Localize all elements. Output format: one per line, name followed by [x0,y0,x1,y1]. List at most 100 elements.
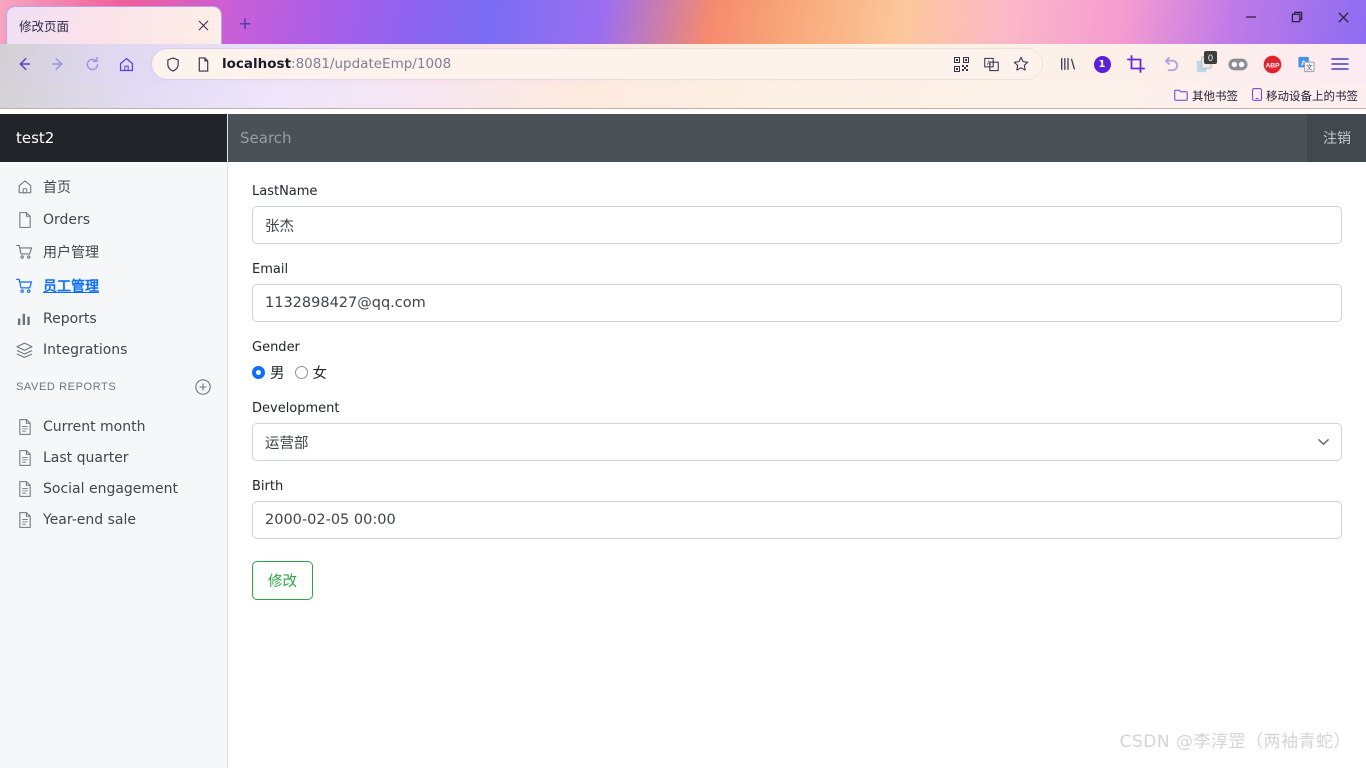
sidebar-item-home[interactable]: 首页 [0,170,227,204]
favorite-star-icon[interactable] [1010,53,1032,75]
saved-reports-list: Current month Last quarter Social engage… [0,403,227,535]
minimize-icon[interactable] [1228,0,1274,34]
qr-code-icon[interactable] [950,53,972,75]
saved-report-label: Social engagement [43,480,179,497]
sidebar-item-integrations[interactable]: Integrations [0,334,227,365]
file-icon [16,211,33,228]
employee-update-form: LastName 张杰 Email 1132898427@qq.com Gend… [228,162,1366,600]
translate-extension-icon[interactable]: A文 [1290,48,1322,80]
reload-icon[interactable] [76,48,108,80]
sidebar-item-orders[interactable]: Orders [0,204,227,235]
back-icon[interactable] [8,48,40,80]
browser-window: 修改页面 + localhost:8081/updateEmp/1008 A 1… [0,0,1366,768]
sidebar-item-employee-management[interactable]: 员工管理 [0,269,227,303]
home-icon[interactable] [110,48,142,80]
folder-icon [1174,89,1188,104]
forward-icon[interactable] [42,48,74,80]
document-icon [16,449,33,466]
chevron-down-icon [1318,436,1329,449]
maximize-icon[interactable] [1274,0,1320,34]
profile-badge-count: 1 [1098,58,1106,70]
field-development: Development 运营部 [252,401,1342,461]
development-label: Development [252,401,340,416]
close-icon[interactable] [193,16,213,36]
menu-icon[interactable] [1324,48,1356,80]
gender-radio-female[interactable] [294,366,308,379]
shield-icon [162,53,184,75]
cart-icon [16,244,33,261]
document-icon [16,480,33,497]
home-icon [16,179,33,196]
gender-radio-male[interactable] [252,366,265,379]
url-text: localhost:8081/updateEmp/1008 [222,56,942,72]
mobile-icon [1252,88,1262,104]
sidebar-item-label: Integrations [43,341,128,358]
app-sidebar: test2 首页 Orders 用户管理 员工管理 Reports Integr… [0,114,228,768]
saved-report-label: Last quarter [43,449,129,466]
tab-title: 修改页面 [19,19,70,34]
document-icon [16,511,33,528]
gender-radio-female-label: 女 [312,366,328,382]
field-lastname: LastName 张杰 [252,184,1342,244]
saved-report-year-end-sale[interactable]: Year-end sale [0,504,227,535]
submit-button[interactable]: 修改 [252,561,313,600]
sidebar-item-label: Reports [43,310,97,327]
new-tab-button[interactable]: + [230,10,260,40]
extensions-toolbar: 1 0 ABP A文 [1052,48,1358,80]
field-birth: Birth 2000-02-05 00:00 [252,479,1342,539]
svg-text:ABP: ABP [1265,62,1280,69]
document-icon [16,418,33,435]
tab-strip: 修改页面 + [0,0,260,44]
saved-reports-title: SAVED REPORTS [16,381,117,393]
bookmark-mobile-label: 移动设备上的书签 [1266,89,1358,103]
sidebar-item-reports[interactable]: Reports [0,303,227,334]
birth-input[interactable]: 2000-02-05 00:00 [252,501,1342,539]
main-content: Search 注销 LastName 张杰 Email 1132898427@q… [228,114,1366,768]
email-label: Email [252,262,289,277]
sidebar-item-label: 用户管理 [43,245,99,261]
clipboard-badge-count: 0 [1204,51,1217,64]
adblock-icon[interactable]: ABP [1256,48,1288,80]
address-bar[interactable]: localhost:8081/updateEmp/1008 A [152,49,1042,79]
bookmarks-bar: 其他书签 移动设备上的书签 [0,84,1366,109]
sidebar-item-label: 首页 [43,180,71,196]
browser-tab-active[interactable]: 修改页面 [6,6,222,44]
browser-toolbar: localhost:8081/updateEmp/1008 A 1 0 ABP … [0,44,1366,84]
plus-circle-icon[interactable] [195,379,211,395]
url-host: localhost [222,56,292,72]
saved-report-label: Year-end sale [43,511,136,528]
screenshot-icon[interactable] [1120,48,1152,80]
profile-badge-icon[interactable]: 1 [1086,48,1118,80]
sidebar-item-label: 员工管理 [43,279,99,295]
saved-report-current-month[interactable]: Current month [0,411,227,442]
bookmark-other-label: 其他书签 [1192,89,1238,103]
development-selected-value: 运营部 [265,435,309,452]
lastname-input[interactable]: 张杰 [252,206,1342,244]
email-input[interactable]: 1132898427@qq.com [252,284,1342,322]
translate-icon[interactable]: A [980,53,1002,75]
bookmark-mobile[interactable]: 移动设备上的书签 [1252,88,1358,104]
development-select[interactable]: 运营部 [252,423,1342,461]
svg-text:文: 文 [1306,62,1313,71]
undo-icon[interactable] [1154,48,1186,80]
sidebar-nav: 首页 Orders 用户管理 员工管理 Reports Integrations [0,162,227,365]
layers-icon [16,341,33,358]
saved-report-label: Current month [43,418,146,435]
app-brand[interactable]: test2 [0,114,227,162]
collections-icon[interactable] [1052,48,1084,80]
clipboard-icon[interactable]: 0 [1188,48,1220,80]
close-window-icon[interactable] [1320,0,1366,34]
top-navbar: Search 注销 [228,114,1366,162]
toggle-icon[interactable] [1222,48,1254,80]
title-bar: 修改页面 + [0,0,1366,44]
sidebar-item-label: Orders [43,211,91,228]
logout-button[interactable]: 注销 [1307,114,1366,162]
bar-chart-icon [16,310,33,327]
birth-label: Birth [252,479,284,494]
field-gender: Gender 男 女 [252,340,1342,383]
sidebar-item-user-management[interactable]: 用户管理 [0,235,227,269]
bookmark-other[interactable]: 其他书签 [1174,88,1238,104]
saved-report-last-quarter[interactable]: Last quarter [0,442,227,473]
search-input[interactable]: Search [228,129,1307,147]
saved-report-social-engagement[interactable]: Social engagement [0,473,227,504]
